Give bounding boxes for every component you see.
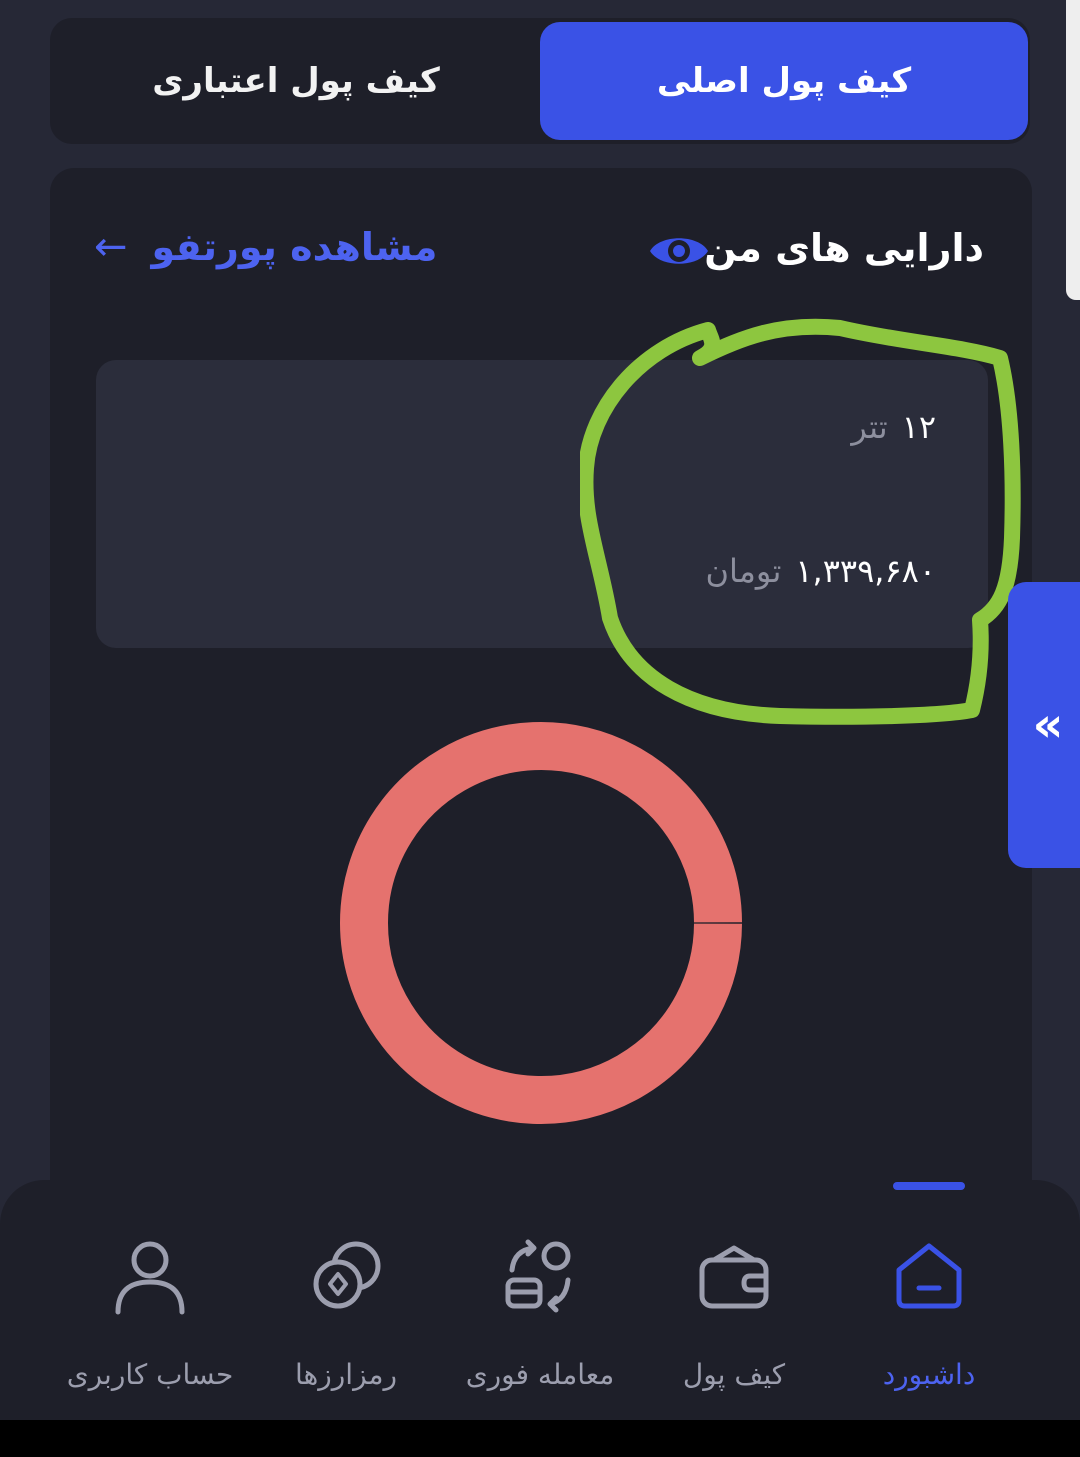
nav-cryptocurrencies-label: رمزارزها xyxy=(294,1358,398,1391)
system-bottom-bar xyxy=(0,1420,1080,1457)
wallet-tabs: کیف پول اصلی کیف پول اعتباری xyxy=(50,18,1030,144)
home-icon xyxy=(896,1243,962,1309)
nav-instant-trade[interactable]: معامله فوری xyxy=(440,1236,640,1396)
bottom-navigation: داشبورد کیف پول معامله فوری رمزارزها حسا… xyxy=(0,1180,1080,1420)
assets-header: دارایی های من مشاهده پورتفو ← xyxy=(50,168,1032,328)
asset-donut-chart xyxy=(340,722,742,1124)
arrow-left-icon: ← xyxy=(94,224,128,270)
nav-wallet-label: کیف پول xyxy=(682,1358,786,1391)
wallet-icon xyxy=(699,1245,769,1309)
tab-main-wallet[interactable]: کیف پول اصلی xyxy=(540,22,1028,140)
tab-credit-wallet[interactable]: کیف پول اعتباری xyxy=(52,22,540,140)
nav-dashboard-label: داشبورد xyxy=(882,1358,976,1391)
scrollbar-edge[interactable] xyxy=(1066,0,1080,300)
toman-amount: ۱,۳۳۹,۶۸۰ xyxy=(795,552,936,590)
nav-user-account-label: حساب کاربری xyxy=(66,1358,234,1391)
nav-wallet[interactable]: کیف پول xyxy=(634,1236,834,1396)
tether-amount: ۱۲ xyxy=(901,408,936,446)
assets-title: دارایی های من xyxy=(704,226,984,270)
coins-icon xyxy=(313,1241,381,1309)
balance-box: ۱۲ تتر ۱,۳۳۹,۶۸۰ تومان xyxy=(96,360,988,648)
tether-unit: تتر xyxy=(851,408,888,446)
toman-balance: ۱,۳۳۹,۶۸۰ تومان xyxy=(706,552,936,590)
nav-user-account[interactable]: حساب کاربری xyxy=(50,1236,250,1396)
user-icon xyxy=(115,1241,185,1315)
eye-icon[interactable] xyxy=(648,230,710,272)
nav-instant-trade-label: معامله فوری xyxy=(465,1358,615,1391)
side-drawer-handle[interactable]: « xyxy=(1008,582,1080,868)
view-portfolio-link[interactable]: مشاهده پورتفو ← xyxy=(94,224,437,270)
toman-unit: تومان xyxy=(705,552,782,590)
tether-balance: ۱۲ تتر xyxy=(851,408,936,446)
active-tab-indicator xyxy=(893,1182,965,1190)
exchange-icon xyxy=(505,1239,571,1313)
portfolio-link-label: مشاهده پورتفو xyxy=(151,225,438,269)
nav-dashboard[interactable]: داشبورد xyxy=(829,1236,1029,1396)
donut-slice-0 xyxy=(340,722,742,1124)
nav-cryptocurrencies[interactable]: رمزارزها xyxy=(246,1236,446,1396)
double-chevron-left-icon: « xyxy=(1032,697,1064,753)
